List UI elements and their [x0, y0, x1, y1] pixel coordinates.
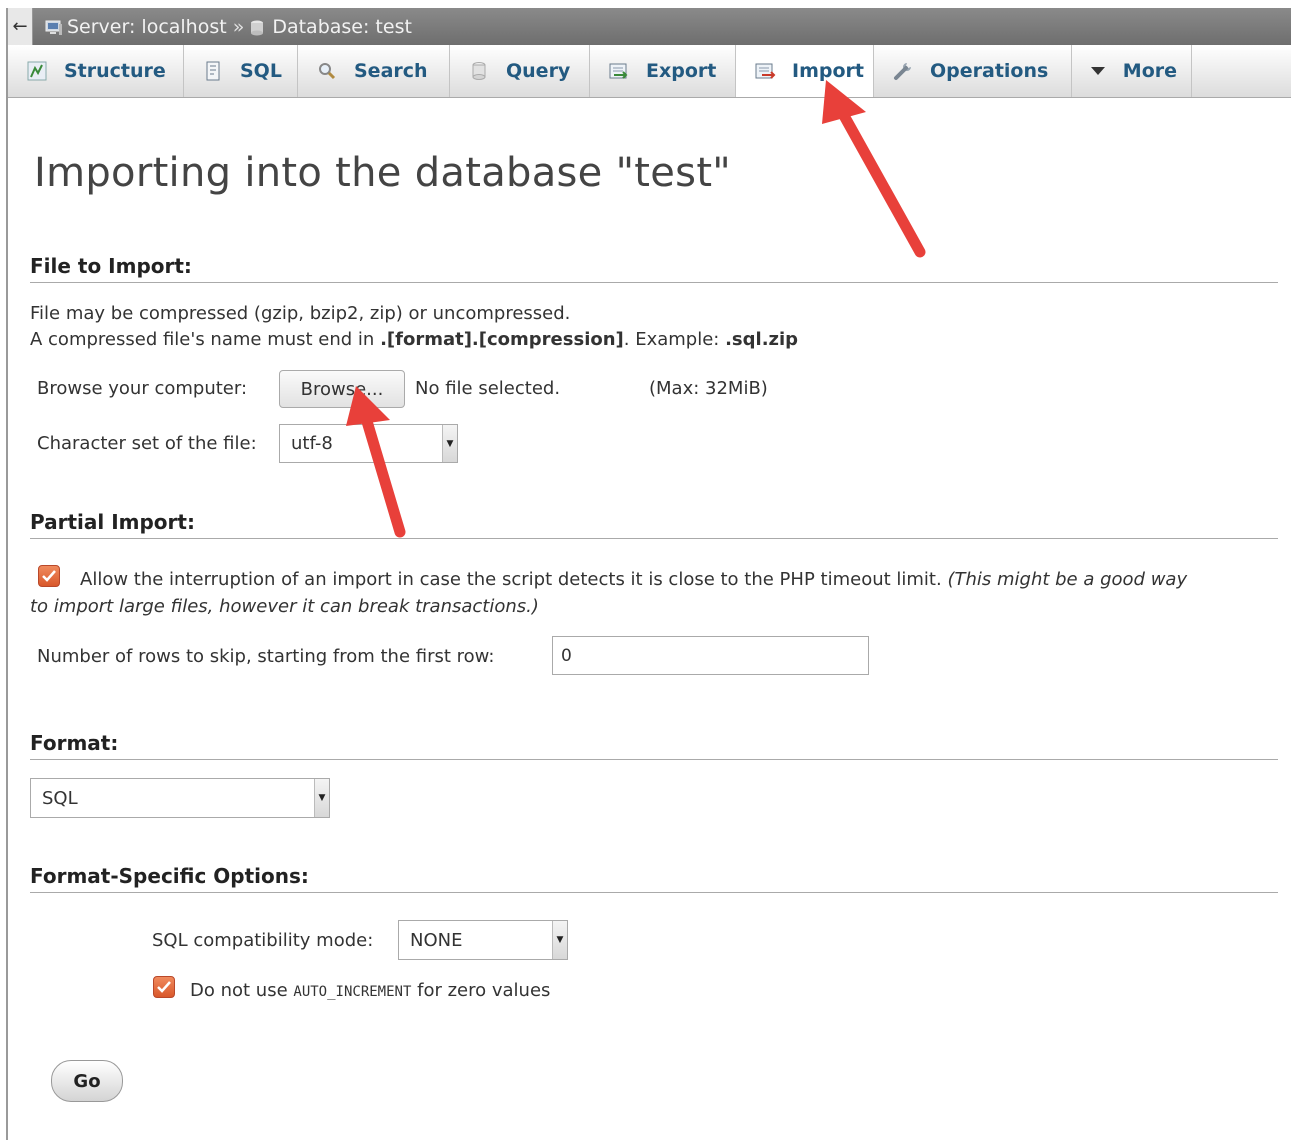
section-heading-format: Format:	[30, 731, 1278, 760]
tab-more[interactable]: More	[1072, 45, 1192, 97]
structure-icon	[26, 60, 48, 82]
tab-sql[interactable]: SQL	[184, 45, 298, 97]
wrench-icon	[892, 60, 914, 82]
tab-search[interactable]: Search	[298, 45, 450, 97]
allow-interrupt-text: Allow the interruption of an import in c…	[80, 569, 1187, 590]
export-icon	[608, 60, 630, 82]
section-heading-file-to-import: File to Import:	[30, 254, 1278, 283]
skip-rows-input[interactable]	[552, 636, 869, 675]
auto-increment-code: AUTO_INCREMENT	[293, 984, 412, 1000]
compression-note-example: .sql.zip	[725, 329, 799, 350]
tab-more-label: More	[1122, 60, 1177, 82]
compression-note-line2: A compressed file's name must end in .[f…	[30, 329, 798, 350]
allow-interrupt-italic-line: to import large files, however it can br…	[30, 596, 539, 617]
max-size-text: (Max: 32MiB)	[649, 378, 768, 399]
search-icon	[316, 60, 338, 82]
no-auto-increment-checkbox[interactable]	[153, 976, 175, 998]
dropdown-arrow-icon: ▼	[442, 425, 457, 462]
compression-note-format: .[format].[compression]	[380, 329, 624, 350]
tab-query-label: Query	[506, 60, 571, 82]
import-icon	[754, 60, 776, 82]
section-heading-partial-import: Partial Import:	[30, 510, 1278, 539]
breadcrumb-database[interactable]: Database: test	[250, 16, 412, 38]
query-icon	[468, 60, 490, 82]
tab-export-label: Export	[646, 60, 717, 82]
breadcrumb: ← Server: localhost » Database: test	[8, 8, 1291, 45]
allow-interrupt-italic-2: to import large files, however it can br…	[30, 596, 539, 617]
back-arrow-icon: ←	[12, 16, 28, 37]
phpmyadmin-window: ← Server: localhost » Database: test Str…	[6, 8, 1291, 1140]
sql-icon	[202, 60, 224, 82]
tab-sql-label: SQL	[240, 60, 282, 82]
sql-compat-label: SQL compatibility mode:	[152, 930, 374, 951]
compression-note-mid: . Example:	[623, 329, 726, 350]
no-file-selected-text: No file selected.	[415, 378, 561, 399]
charset-label: Character set of the file:	[37, 433, 257, 454]
triangle-down-icon	[1090, 60, 1107, 82]
tab-import[interactable]: Import	[736, 45, 874, 97]
database-icon	[250, 19, 268, 35]
breadcrumb-database-label: Database: test	[272, 15, 412, 38]
tab-search-label: Search	[354, 60, 428, 82]
format-select-value: SQL	[42, 787, 78, 809]
tab-structure-label: Structure	[64, 60, 166, 82]
tab-query[interactable]: Query	[450, 45, 590, 97]
back-button[interactable]: ←	[8, 8, 33, 45]
server-icon	[45, 19, 63, 35]
compression-note-line1: File may be compressed (gzip, bzip2, zip…	[30, 303, 571, 324]
browse-button[interactable]: Browse...	[279, 370, 405, 408]
sql-compat-select[interactable]: NONE ▼	[398, 920, 568, 960]
no-auto-increment-text: Do not use AUTO_INCREMENT for zero value…	[190, 980, 550, 1001]
breadcrumb-server[interactable]: Server: localhost	[45, 16, 227, 38]
tab-structure[interactable]: Structure	[8, 45, 184, 97]
allow-interrupt-italic-1: (This might be a good way	[947, 569, 1188, 590]
page-title: Importing into the database "test"	[34, 150, 731, 196]
section-heading-format-options: Format-Specific Options:	[30, 864, 1278, 893]
tab-operations[interactable]: Operations	[874, 45, 1072, 97]
tab-export[interactable]: Export	[590, 45, 736, 97]
dropdown-arrow-icon: ▼	[552, 921, 567, 959]
dropdown-arrow-icon: ▼	[314, 779, 329, 817]
compression-note-prefix: A compressed file's name must end in	[30, 329, 381, 350]
checkmark-icon	[42, 570, 56, 582]
go-button[interactable]: Go	[51, 1060, 123, 1102]
breadcrumb-server-label: Server: localhost	[67, 15, 227, 38]
tab-bar: Structure SQL Search Query Export Import…	[8, 45, 1291, 98]
skip-rows-label: Number of rows to skip, starting from th…	[37, 646, 495, 667]
no-auto-increment-prefix: Do not use	[190, 980, 294, 1001]
charset-select[interactable]: utf-8 ▼	[279, 424, 458, 463]
breadcrumb-separator: »	[232, 15, 245, 38]
tab-import-label: Import	[792, 60, 864, 82]
checkmark-icon	[157, 981, 171, 993]
charset-select-value: utf-8	[291, 433, 333, 454]
sql-compat-select-value: NONE	[410, 929, 463, 951]
browse-label: Browse your computer:	[37, 378, 248, 399]
format-select[interactable]: SQL ▼	[30, 778, 330, 818]
no-auto-increment-suffix: for zero values	[411, 980, 551, 1001]
allow-interrupt-checkbox[interactable]	[38, 565, 60, 587]
tab-operations-label: Operations	[930, 60, 1049, 82]
allow-interrupt-main: Allow the interruption of an import in c…	[80, 569, 942, 590]
